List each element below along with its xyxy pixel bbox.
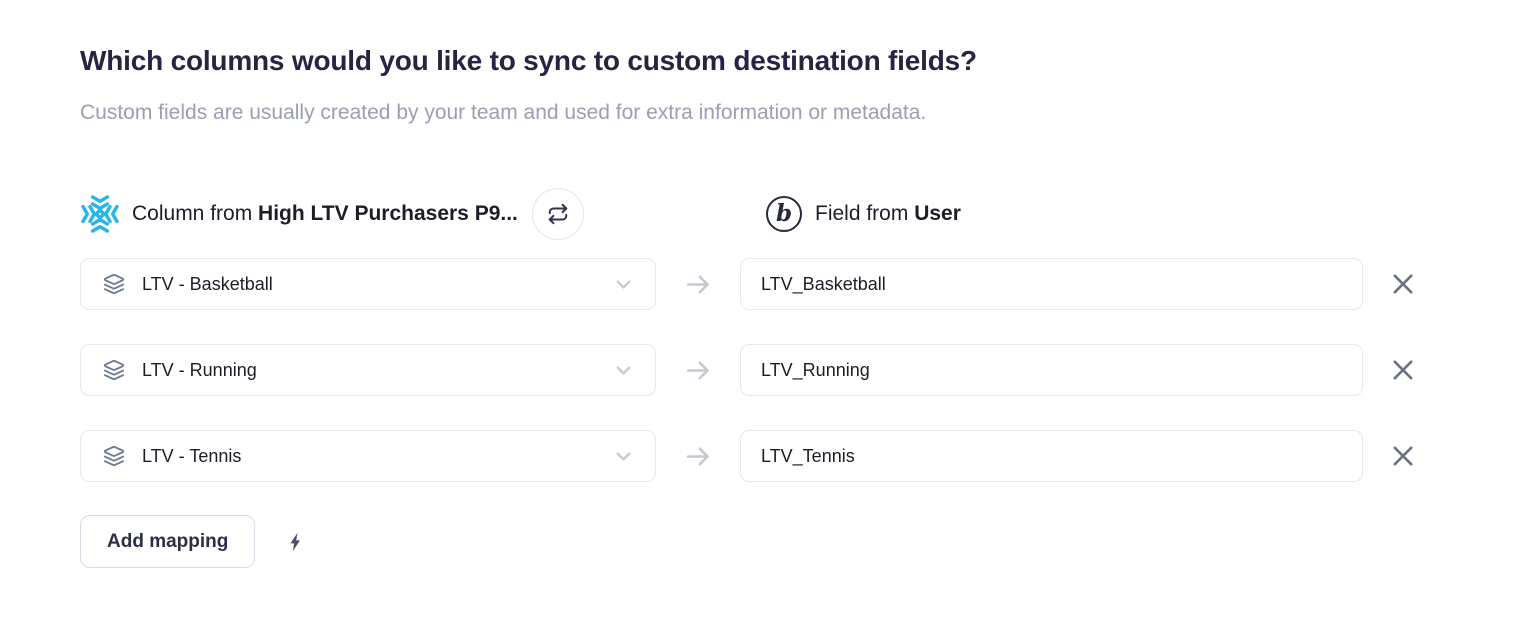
x-icon xyxy=(1389,356,1417,384)
snowflake-icon xyxy=(80,194,120,234)
page-title: Which columns would you like to sync to … xyxy=(80,44,1514,78)
destination-object-name: User xyxy=(914,202,961,225)
chevron-down-icon xyxy=(612,273,635,296)
x-icon xyxy=(1389,442,1417,470)
layers-icon xyxy=(103,359,125,381)
column-select-value: LTV - Tennis xyxy=(142,446,241,467)
destination-label-prefix: Field from xyxy=(815,202,914,225)
arrow-right-icon xyxy=(656,269,740,300)
source-model-name: High LTV Purchasers P9... xyxy=(258,202,518,225)
swap-icon xyxy=(547,203,569,225)
destination-header: b Field from User xyxy=(740,196,961,232)
column-select[interactable]: LTV - Tennis xyxy=(80,430,656,482)
mapping-row: LTV - Running xyxy=(80,344,1514,396)
lightning-bolt-button[interactable] xyxy=(285,528,306,556)
add-mapping-button[interactable]: Add mapping xyxy=(80,515,255,568)
chevron-down-icon xyxy=(612,445,635,468)
remove-mapping-button[interactable] xyxy=(1385,438,1421,474)
chevron-down-icon xyxy=(612,359,635,382)
destination-header-label: Field from User xyxy=(815,202,961,226)
destination-field-input[interactable] xyxy=(740,258,1363,310)
layers-icon xyxy=(103,273,125,295)
swap-columns-button[interactable] xyxy=(532,188,584,240)
layers-icon xyxy=(103,445,125,467)
page-subtitle: Custom fields are usually created by you… xyxy=(80,100,1514,126)
arrow-right-icon xyxy=(656,441,740,472)
column-select-value: LTV - Basketball xyxy=(142,274,273,295)
mapping-row: LTV - Basketball xyxy=(80,258,1514,310)
arrow-right-icon xyxy=(656,355,740,386)
sync-mapping-page: Which columns would you like to sync to … xyxy=(0,0,1514,568)
mapping-row: LTV - Tennis xyxy=(80,430,1514,482)
destination-field-input[interactable] xyxy=(740,344,1363,396)
column-select[interactable]: LTV - Basketball xyxy=(80,258,656,310)
mapping-header-row: Column from High LTV Purchasers P9... b … xyxy=(80,188,1514,240)
remove-mapping-button[interactable] xyxy=(1385,352,1421,388)
column-select[interactable]: LTV - Running xyxy=(80,344,656,396)
lightning-bolt-icon xyxy=(285,528,306,556)
source-label-prefix: Column from xyxy=(132,202,258,225)
actions-row: Add mapping xyxy=(80,515,1514,568)
braze-letter: b xyxy=(776,202,792,225)
destination-field-input[interactable] xyxy=(740,430,1363,482)
braze-icon: b xyxy=(766,196,802,232)
source-header-label: Column from High LTV Purchasers P9... xyxy=(132,202,518,226)
column-select-value: LTV - Running xyxy=(142,360,257,381)
remove-mapping-button[interactable] xyxy=(1385,266,1421,302)
x-icon xyxy=(1389,270,1417,298)
source-header: Column from High LTV Purchasers P9... xyxy=(80,188,740,240)
